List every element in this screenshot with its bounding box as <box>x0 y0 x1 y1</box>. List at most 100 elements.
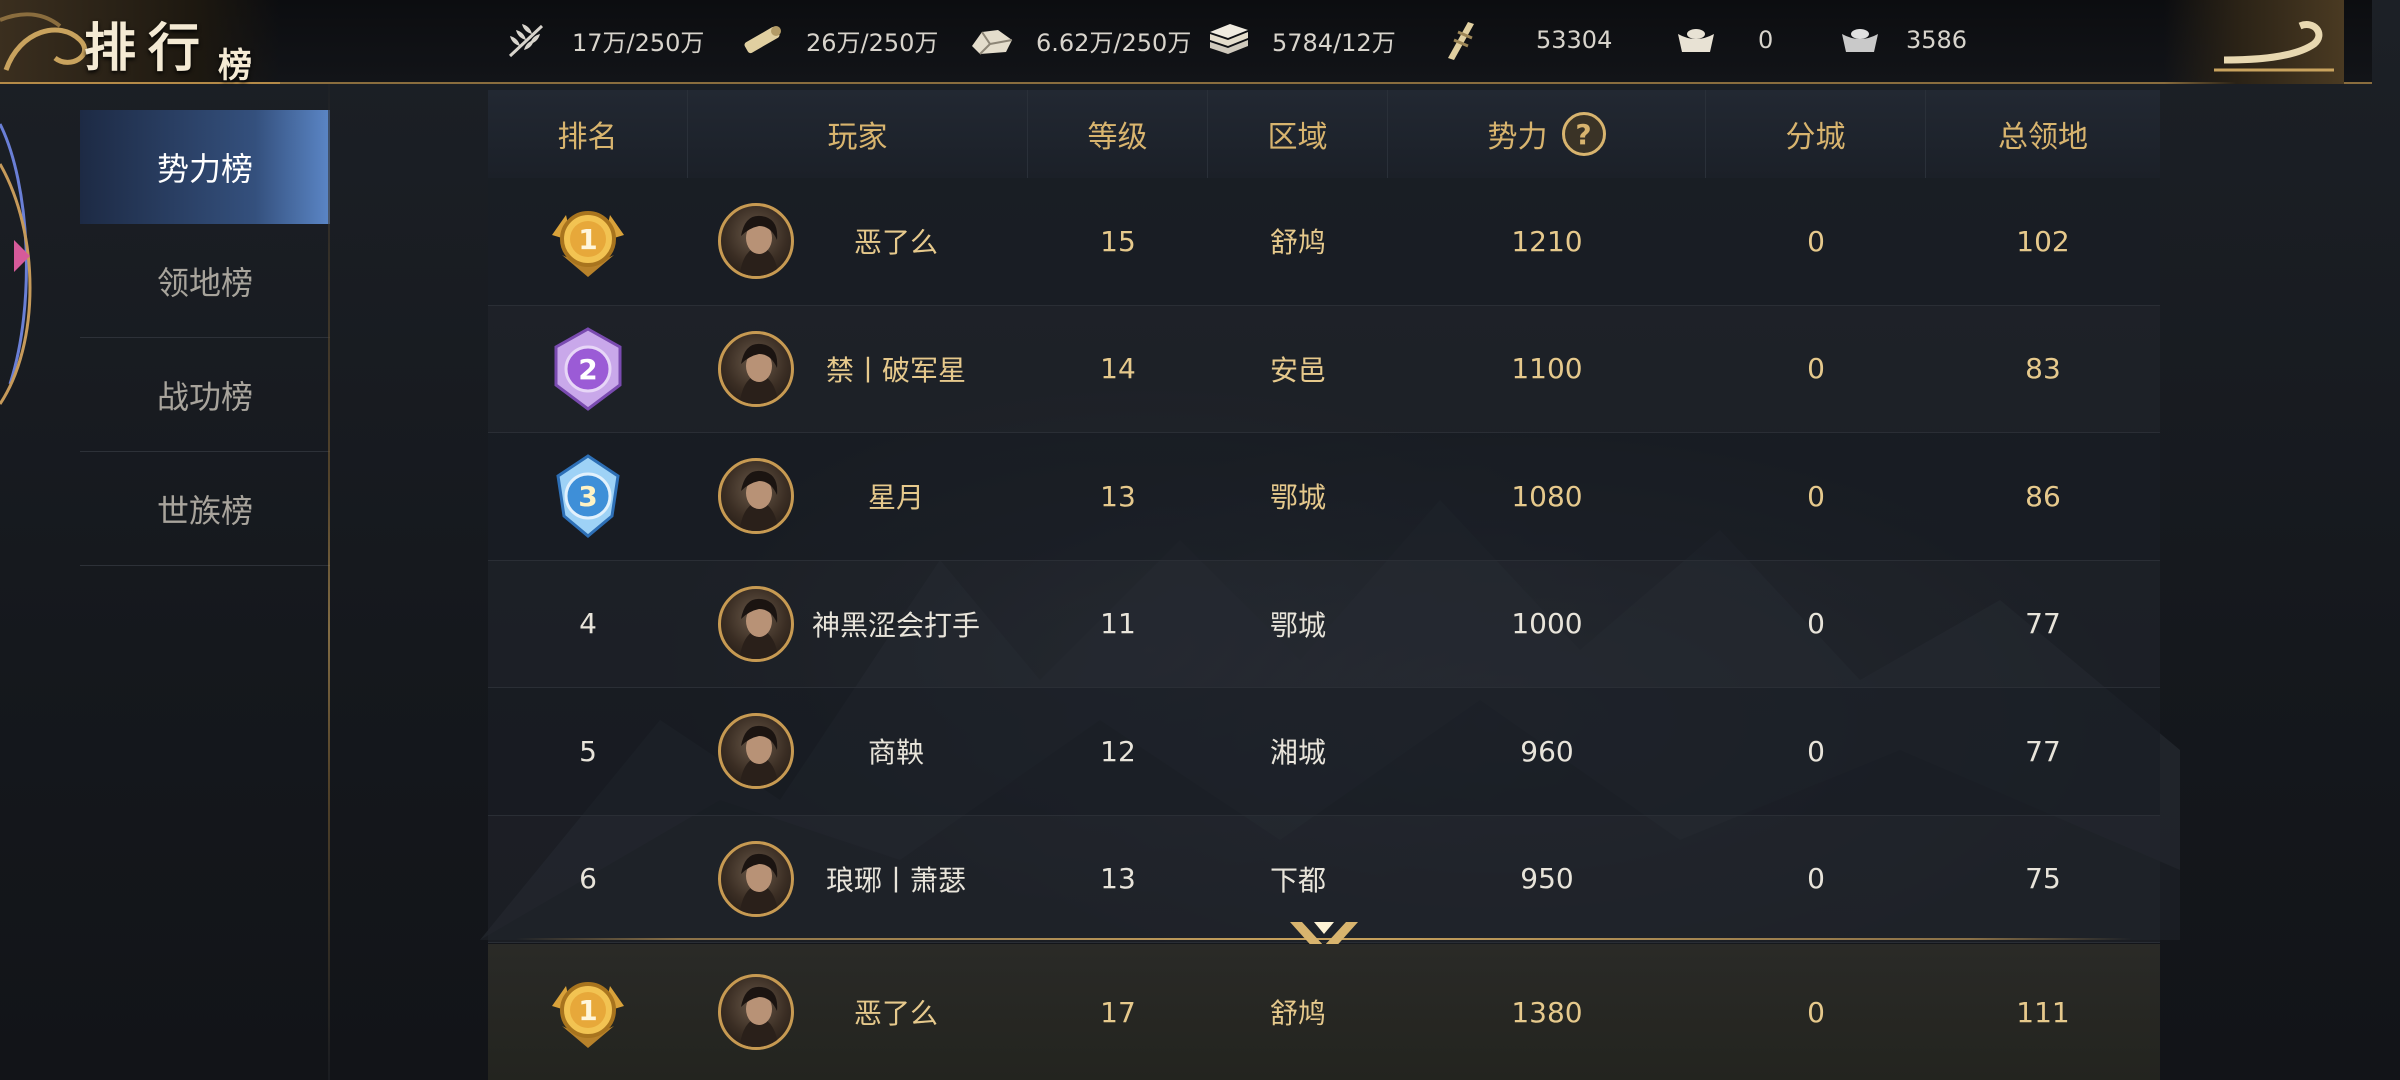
stone-value: 6.62万/250万 <box>1036 28 1192 57</box>
player-cell: 恶了么 <box>688 944 1028 1080</box>
total-territory-cell: 77 <box>2025 734 2061 768</box>
avatar[interactable] <box>718 713 794 790</box>
grain-icon <box>504 20 552 60</box>
player-name: 禁丨破军星 <box>825 353 966 387</box>
wood-icon <box>738 20 786 60</box>
resource-silver-ingot: 3586 <box>1836 20 1967 60</box>
grain-value: 17万/250万 <box>572 28 705 57</box>
close-swirl-icon <box>2214 21 2334 72</box>
player-cell: 恶了么 <box>688 178 1028 305</box>
player-name: 商鞅 <box>867 736 924 770</box>
region-cell: 安邑 <box>1269 353 1326 387</box>
tab-territory-ranking[interactable]: 领地榜 <box>80 224 330 338</box>
decree-icon <box>1436 20 1484 60</box>
side-panel-toggle[interactable] <box>0 84 40 1080</box>
table-header: 排名 玩家 等级 区域 势力 ? 分城 总领地 <box>488 90 2160 178</box>
iron-icon <box>1204 20 1252 60</box>
rank-cell: 6 <box>579 862 597 896</box>
gold-ingot-value: 0 <box>1758 26 1774 54</box>
svg-text:1: 1 <box>578 223 597 256</box>
resource-gold-ingot: 0 <box>1672 20 1773 60</box>
avatar[interactable] <box>718 585 794 662</box>
total-territory-cell: 102 <box>2016 224 2070 258</box>
branch-cities-cell: 0 <box>1807 224 1825 258</box>
close-button[interactable] <box>2164 0 2344 84</box>
sidebar-divider <box>328 84 330 1080</box>
column-header-level: 等级 <box>1028 90 1208 178</box>
region-cell: 鄂城 <box>1269 481 1326 515</box>
column-header-branch-cities: 分城 <box>1706 90 1926 178</box>
blue-medal-icon: 3 <box>556 454 620 539</box>
power-cell: 1000 <box>1511 607 1583 641</box>
tab-power-ranking[interactable]: 势力榜 <box>80 110 330 224</box>
table-row[interactable]: 2 禁丨破军星 14 安邑 1100 0 83 <box>488 305 2160 433</box>
player-name: 恶了么 <box>853 226 938 260</box>
avatar[interactable] <box>718 458 794 535</box>
table-row[interactable]: 3 星月 13 鄂城 1080 0 86 <box>488 433 2160 561</box>
tab-merit-ranking[interactable]: 战功榜 <box>80 338 330 452</box>
my-rank-row[interactable]: 1 恶了么 17 舒鸠 1380 0 111 <box>488 944 2160 1080</box>
tab-label: 领地榜 <box>156 263 253 302</box>
gold-medal-icon: 1 <box>552 982 624 1048</box>
table-row[interactable]: 5 商鞅 12 湘城 960 0 77 <box>488 688 2160 816</box>
branch-cities-cell: 0 <box>1807 479 1825 513</box>
column-header-rank: 排名 <box>488 90 688 178</box>
power-cell: 950 <box>1520 862 1574 896</box>
power-cell: 960 <box>1520 734 1574 768</box>
resource-decree: 53304 <box>1436 20 1612 60</box>
resource-iron: 5784/12万 <box>1204 20 1396 60</box>
resource-grain: 17万/250万 <box>504 20 704 60</box>
total-territory-cell: 111 <box>2016 995 2070 1029</box>
level-cell: 14 <box>1100 352 1136 386</box>
page-title-suffix: 榜 <box>218 46 252 86</box>
level-cell: 12 <box>1100 734 1136 768</box>
table-row[interactable]: 1 恶了么 15 舒鸠 1210 0 102 <box>488 178 2160 306</box>
total-territory-cell: 77 <box>2025 607 2061 641</box>
tab-label: 世族榜 <box>156 491 253 530</box>
tab-clan-ranking[interactable]: 世族榜 <box>80 452 330 566</box>
region-cell: 舒鸠 <box>1269 997 1326 1030</box>
avatar[interactable] <box>718 974 794 1050</box>
region-cell: 湘城 <box>1269 736 1326 770</box>
stone-icon <box>968 20 1016 60</box>
branch-cities-cell: 0 <box>1807 995 1825 1029</box>
player-name: 琅琊丨萧瑟 <box>825 863 966 897</box>
player-name: 恶了么 <box>853 997 938 1030</box>
level-cell: 13 <box>1100 479 1136 513</box>
column-header-player: 玩家 <box>688 90 1028 178</box>
purple-medal-icon: 2 <box>554 327 622 411</box>
rank-cell: 1 <box>488 178 688 305</box>
rank-cell: 4 <box>579 607 597 641</box>
rank-cell: 3 <box>488 433 688 560</box>
svg-text:3: 3 <box>578 480 597 513</box>
level-cell: 11 <box>1100 607 1136 641</box>
level-cell: 13 <box>1100 862 1136 896</box>
rank-cell: 1 <box>488 944 688 1080</box>
column-header-region: 区域 <box>1208 90 1388 178</box>
svg-text:1: 1 <box>578 994 597 1027</box>
branch-cities-cell: 0 <box>1807 862 1825 896</box>
table-row[interactable]: 4 神黑涩会打手 11 鄂城 1000 0 77 <box>488 560 2160 688</box>
avatar[interactable] <box>718 840 794 917</box>
avatar[interactable] <box>718 330 794 407</box>
power-cell: 1080 <box>1511 479 1583 513</box>
iron-value: 5784/12万 <box>1272 28 1396 57</box>
player-cell: 神黑涩会打手 <box>688 561 1028 688</box>
column-header-total-territory: 总领地 <box>1998 120 2088 155</box>
rank-cell: 2 <box>488 306 688 433</box>
player-name: 星月 <box>867 481 924 515</box>
help-icon[interactable]: ? <box>1561 112 1606 156</box>
power-cell: 1100 <box>1511 352 1583 386</box>
level-cell: 15 <box>1100 224 1136 258</box>
page-title: 排行 <box>84 18 213 79</box>
tab-label: 战功榜 <box>156 377 253 416</box>
region-cell: 鄂城 <box>1269 608 1326 642</box>
player-cell: 禁丨破军星 <box>688 306 1028 433</box>
svg-text:2: 2 <box>578 353 597 386</box>
top-bar: 排行 榜 17万/250万 26万/250万 6.62万/250万 5784/1… <box>0 0 2372 86</box>
power-cell: 1380 <box>1511 995 1583 1029</box>
avatar[interactable] <box>718 203 794 280</box>
player-cell: 星月 <box>688 433 1028 560</box>
player-name: 神黑涩会打手 <box>811 608 980 642</box>
resource-wood: 26万/250万 <box>738 20 938 60</box>
